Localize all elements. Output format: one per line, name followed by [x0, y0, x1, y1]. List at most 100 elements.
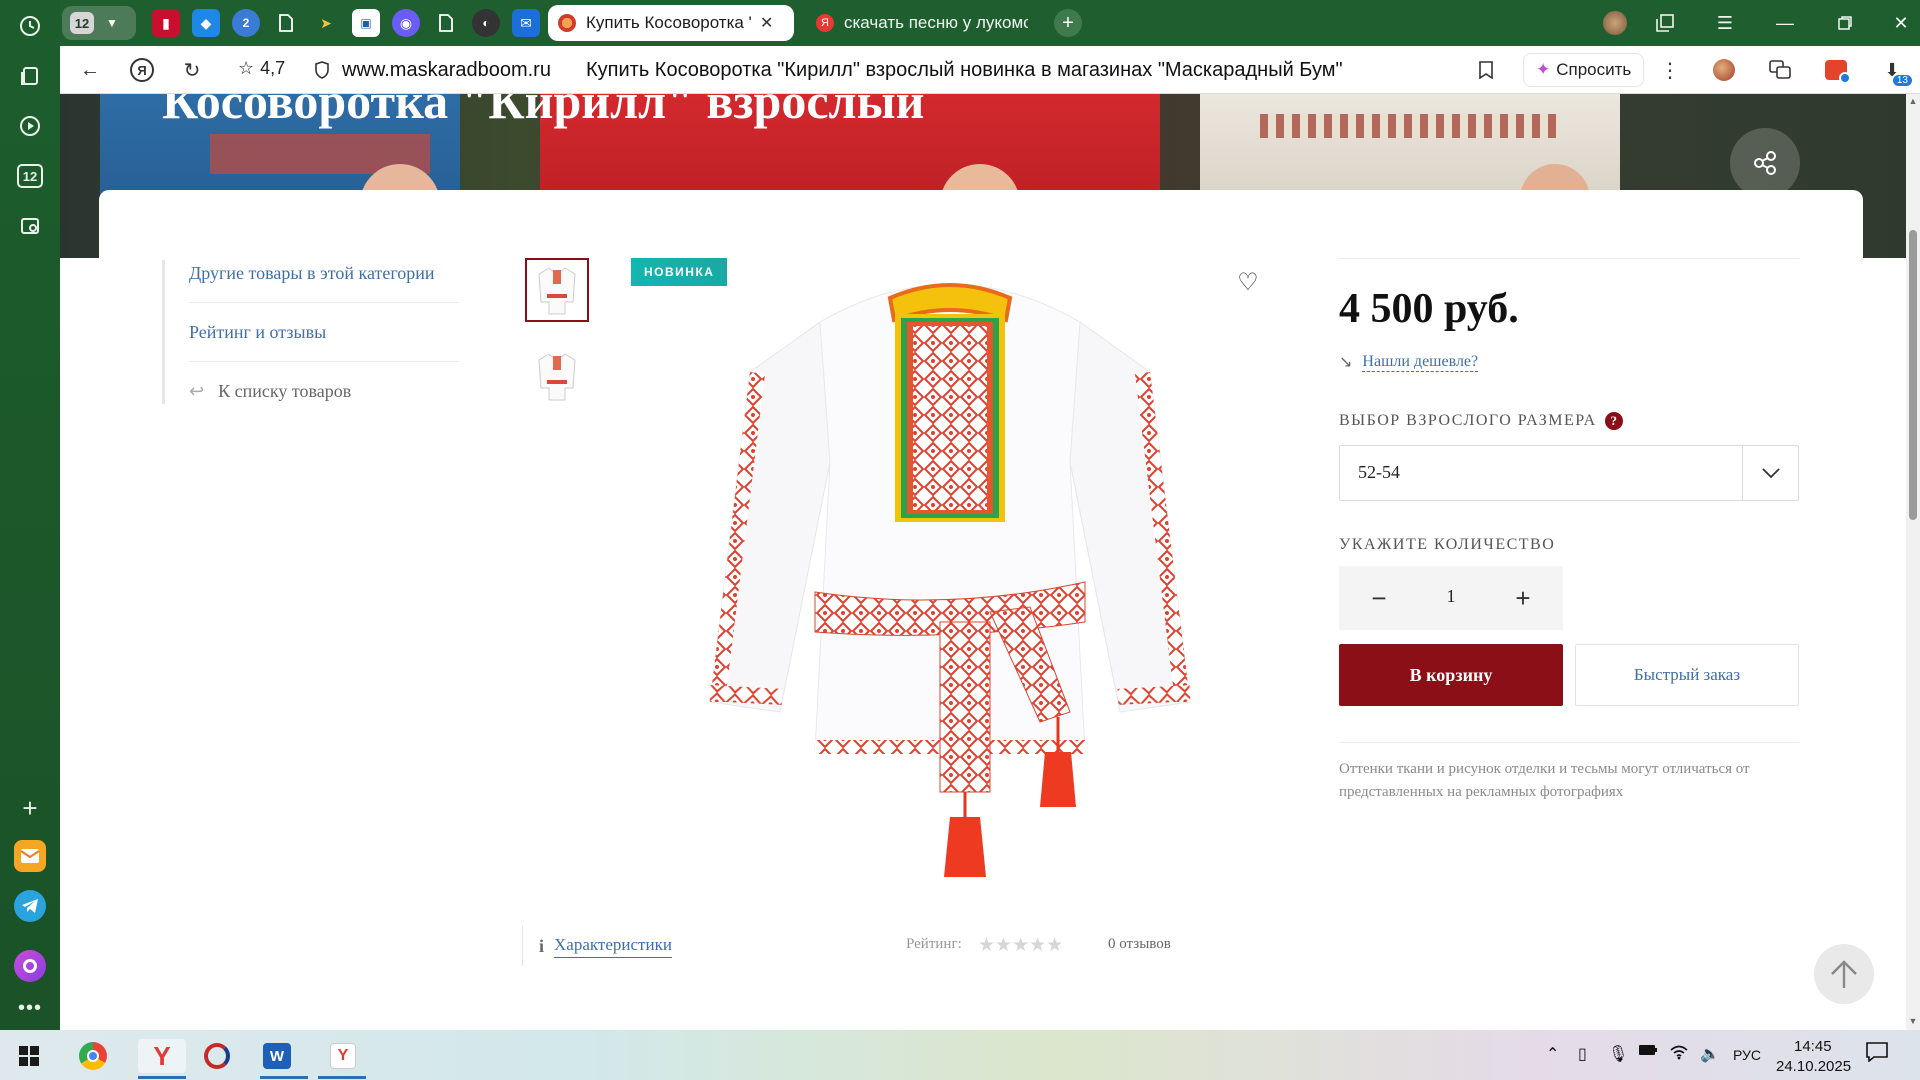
- notifications-icon[interactable]: [1866, 1042, 1888, 1062]
- windows-start-icon[interactable]: [12, 1039, 46, 1073]
- product-tabs-row: i Характеристики Рейтинг: ★★★★★ 0 отзыво…: [522, 926, 1222, 966]
- reviews-count[interactable]: 0 отзывов: [1108, 936, 1171, 953]
- ask-ai-label: Спросить: [1556, 60, 1632, 79]
- pinned-tab-mail-icon[interactable]: ✉: [512, 9, 540, 37]
- battery-icon[interactable]: [1638, 1044, 1658, 1056]
- divider: [1339, 258, 1799, 259]
- share-icon[interactable]: [1730, 128, 1800, 198]
- add-to-cart-button[interactable]: В корзину: [1339, 644, 1563, 706]
- pinned-tab-image-icon[interactable]: ▣: [352, 9, 380, 37]
- nav-rating-reviews[interactable]: Рейтинг и отзывы: [165, 319, 462, 345]
- input-language[interactable]: РУС: [1733, 1047, 1761, 1063]
- restore-icon[interactable]: [1830, 8, 1860, 38]
- screenshot-icon[interactable]: [12, 208, 48, 244]
- wifi-icon[interactable]: [1670, 1044, 1688, 1060]
- nav-back-to-list[interactable]: ↩ К списку товаров: [165, 378, 462, 404]
- tray-device-icon[interactable]: ▯: [1578, 1044, 1587, 1064]
- microphone-icon[interactable]: 🎙: [1608, 1044, 1628, 1064]
- shop-favicon-icon: [558, 14, 576, 32]
- bookmark-icon[interactable]: [1472, 56, 1500, 84]
- trend-down-icon: ↘: [1339, 354, 1353, 371]
- pinned-tab-circle-icon[interactable]: ◐: [472, 9, 500, 37]
- characteristics-link[interactable]: Характеристики: [554, 935, 672, 958]
- tab-kosovorotka[interactable]: Купить Косоворотка "Ки ✕: [548, 5, 794, 41]
- plus-icon[interactable]: +: [1507, 582, 1539, 614]
- product-thumbnail[interactable]: [525, 258, 589, 322]
- scroll-down-icon[interactable]: ▼: [1908, 1016, 1918, 1026]
- tab-bar: 12 ▼ ▮ ◆ 2 ➤ ▣ ◉ ◐ ✉ Купить Косоворотка …: [60, 0, 1920, 46]
- more-vertical-icon[interactable]: ⋮: [1656, 56, 1684, 84]
- video-play-icon[interactable]: [12, 108, 48, 144]
- tray-overflow-icon[interactable]: ⌃: [1546, 1044, 1559, 1064]
- extension-gift-icon[interactable]: [1822, 56, 1851, 84]
- chevron-down-icon[interactable]: [1742, 446, 1798, 500]
- pinned-tab-page-icon[interactable]: [432, 9, 460, 37]
- found-cheaper[interactable]: ↘ Нашли дешевле?: [1339, 352, 1479, 372]
- downloads-icon[interactable]: ⬇ 13: [1878, 56, 1912, 86]
- telegram-icon[interactable]: [14, 890, 46, 922]
- tab-manager-icon[interactable]: [1650, 8, 1680, 38]
- pinned-tab-document-icon[interactable]: [272, 9, 300, 37]
- disclaimer-text: Оттенки ткани и рисунок отделки и тесьмы…: [1339, 761, 1750, 800]
- extension-paint-icon[interactable]: [1710, 56, 1738, 84]
- yandex-logo-icon[interactable]: Я: [128, 56, 156, 84]
- yandex-browser-icon[interactable]: Y: [138, 1039, 186, 1073]
- minimize-icon[interactable]: —: [1770, 8, 1800, 38]
- url-domain[interactable]: www.maskaradboom.ru: [342, 59, 551, 82]
- tab-characteristics[interactable]: i Характеристики: [522, 926, 672, 966]
- heart-icon[interactable]: ♡: [1234, 268, 1262, 296]
- profile-avatar-icon[interactable]: [1600, 8, 1630, 38]
- new-tab-icon[interactable]: +: [1054, 9, 1082, 37]
- clock-time[interactable]: 14:45: [1794, 1038, 1832, 1055]
- divider: [1339, 742, 1799, 743]
- add-panel-icon[interactable]: +: [12, 790, 48, 826]
- site-rating[interactable]: ☆ 4,7: [238, 58, 285, 79]
- pinned-tab-navigator-icon[interactable]: ➤: [312, 9, 340, 37]
- tabs-counter-icon[interactable]: 12: [12, 158, 48, 194]
- pinned-tab-messenger-icon[interactable]: ◉: [392, 9, 420, 37]
- scroll-up-icon[interactable]: ▲: [1908, 96, 1918, 106]
- close-window-icon[interactable]: ✕: [1886, 8, 1916, 38]
- page-scrollbar[interactable]: ▲ ▼: [1906, 94, 1920, 1030]
- collections-icon[interactable]: [12, 58, 48, 94]
- tab-group-button[interactable]: 12 ▼: [62, 6, 136, 40]
- product-image-shirt[interactable]: [690, 262, 1210, 882]
- nav-other-products[interactable]: Другие товары в этой категории: [165, 260, 462, 286]
- tab-lukomorye[interactable]: Я скачать песню у лукомор: [806, 5, 1038, 41]
- scrollbar-thumb[interactable]: [1909, 230, 1917, 520]
- yandex-app-icon[interactable]: Y: [326, 1039, 360, 1073]
- product-thumbnail[interactable]: [525, 344, 589, 408]
- pinned-tab-shield-icon[interactable]: ◆: [192, 9, 220, 37]
- help-icon[interactable]: ?: [1604, 412, 1623, 431]
- word-icon[interactable]: W: [260, 1039, 294, 1073]
- yandex-favicon-icon: Я: [816, 14, 834, 32]
- chrome-icon[interactable]: [76, 1039, 110, 1073]
- close-tab-icon[interactable]: ✕: [760, 13, 773, 33]
- alice-assistant-icon[interactable]: [14, 950, 46, 982]
- info-icon: i: [539, 935, 545, 956]
- shield-icon[interactable]: [308, 56, 336, 84]
- size-label-text: Выбор взрослого размера: [1339, 412, 1597, 429]
- ask-ai-button[interactable]: ✦ Спросить: [1523, 53, 1645, 87]
- more-icon[interactable]: •••: [12, 990, 48, 1026]
- history-icon[interactable]: [12, 8, 48, 44]
- back-arrow-icon[interactable]: ←: [76, 56, 104, 84]
- back-arrow-icon: ↩: [189, 381, 205, 401]
- clock-date[interactable]: 24.10.2025: [1776, 1058, 1851, 1075]
- extension-translate-icon[interactable]: [1766, 56, 1794, 84]
- active-app-indicator: [318, 1076, 366, 1079]
- ccleaner-icon[interactable]: [200, 1039, 234, 1073]
- mail-app-icon[interactable]: [14, 840, 46, 872]
- reload-icon[interactable]: ↻: [178, 56, 206, 84]
- active-app-indicator: [138, 1076, 186, 1079]
- menu-icon[interactable]: ☰: [1710, 8, 1740, 38]
- nav-back-label: К списку товаров: [218, 381, 352, 401]
- volume-icon[interactable]: 🔈: [1700, 1044, 1720, 1064]
- pinned-tab-counter[interactable]: 2: [232, 9, 260, 37]
- size-select[interactable]: 52-54: [1339, 445, 1799, 501]
- found-cheaper-link[interactable]: Нашли дешевле?: [1362, 353, 1479, 372]
- quick-order-button[interactable]: Быстрый заказ: [1575, 644, 1799, 706]
- url-page-title[interactable]: Купить Косоворотка "Кирилл" взрослый нов…: [586, 59, 1343, 82]
- scroll-to-top-button[interactable]: [1814, 944, 1874, 1004]
- pinned-tab-book-icon[interactable]: ▮: [152, 9, 180, 37]
